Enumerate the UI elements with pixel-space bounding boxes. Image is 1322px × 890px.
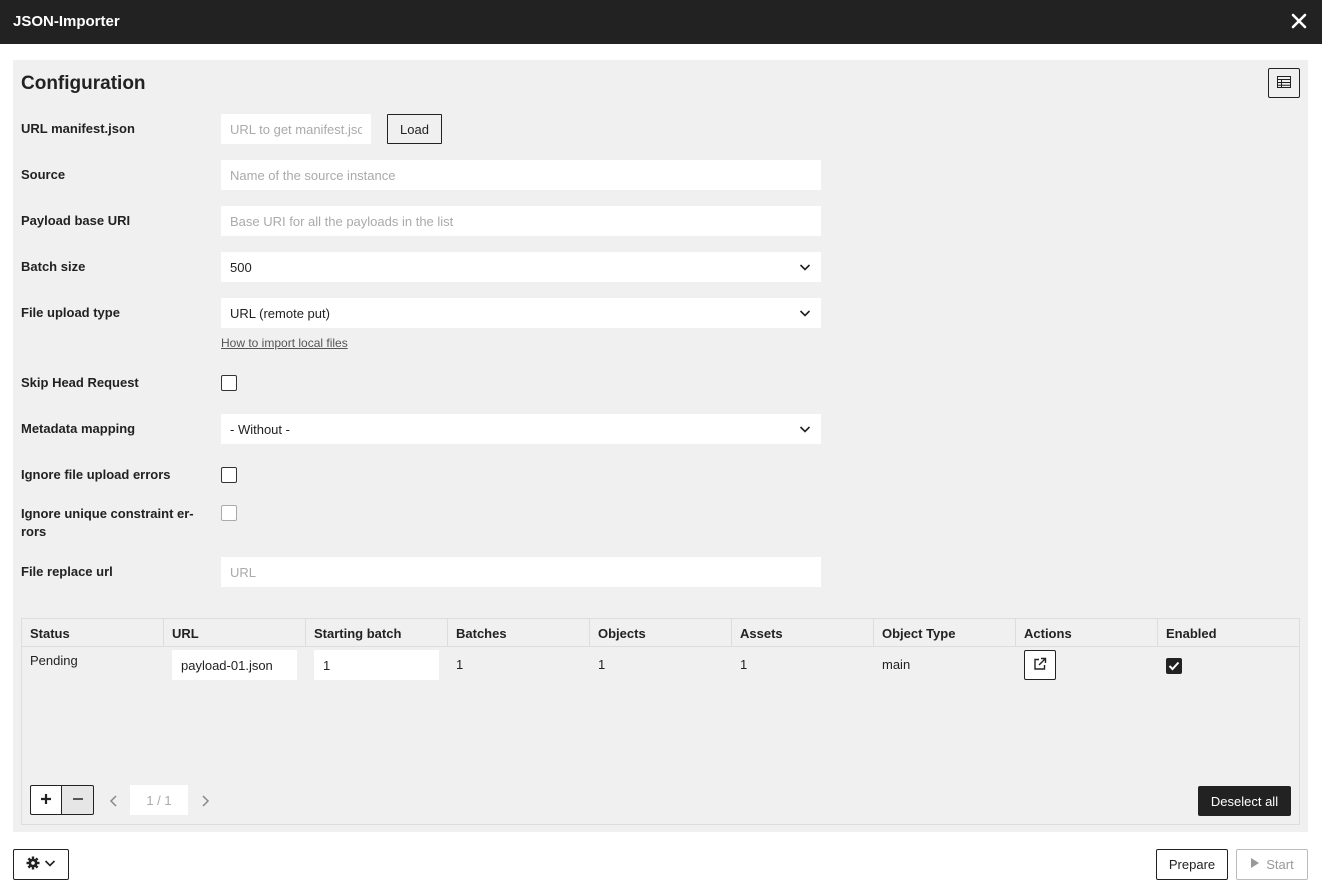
status-cell: Pending [30,653,78,668]
enabled-checkbox[interactable] [1166,658,1182,674]
payload-table: Status URL Starting batch Batches Object… [21,618,1300,825]
source-label: Source [21,167,66,182]
metadata-mapping-label: Metadata mapping [21,421,136,436]
file-upload-label: File upload type [21,305,120,320]
payload-base-input[interactable]: Base URI for all the payloads in the lis… [221,206,821,236]
file-replace-placeholder: URL [230,564,257,580]
open-payload-button[interactable] [1024,650,1056,680]
import-local-files-link[interactable]: How to import local files [221,336,348,350]
ignore-upload-errors-checkbox[interactable] [221,467,237,483]
external-link-icon [1033,657,1047,674]
ignore-unique-label: Ignore unique constraint er- rors [21,505,194,541]
file-upload-select[interactable]: URL (remote put) [221,298,821,328]
settings-menu-button[interactable] [13,849,69,880]
ignore-unique-label-line1: Ignore unique constraint er- [21,506,194,521]
manifest-label: URL manifest.json [21,121,135,136]
remove-row-button[interactable] [62,785,94,815]
deselect-all-button[interactable]: Deselect all [1198,786,1291,816]
gear-icon [26,856,40,873]
metadata-mapping-value: - Without - [230,421,290,437]
page-indicator[interactable]: 1 / 1 [130,785,188,815]
batch-size-select[interactable]: 500 [221,252,821,282]
prepare-button[interactable]: Prepare [1156,849,1228,880]
minus-icon [72,793,84,808]
column-header: Objects [590,619,732,647]
batches-cell: 1 [456,657,464,672]
panel-title: Configuration [21,73,146,94]
ignore-unique-label-line2: rors [21,524,47,539]
file-upload-value: URL (remote put) [230,305,330,321]
start-button-label: Start [1266,857,1294,872]
batch-size-label: Batch size [21,259,86,274]
file-replace-input[interactable]: URL [221,557,821,587]
column-header: Actions [1016,619,1158,647]
chevron-down-icon [44,857,56,872]
source-placeholder: Name of the source instance [230,167,396,183]
payload-base-placeholder: Base URI for all the payloads in the lis… [230,213,454,229]
close-icon[interactable] [1290,11,1308,31]
ignore-upload-errors-label: Ignore file upload errors [21,467,171,482]
manifest-url-input[interactable]: URL to get manifest.jsc [221,114,371,144]
chevron-right-icon[interactable] [199,794,211,808]
title-bar: JSON-Importer [0,0,1322,44]
column-header: Object Type [874,619,1016,647]
skip-head-checkbox[interactable] [221,375,237,391]
start-button[interactable]: Start [1236,849,1308,880]
chevron-left-icon[interactable] [108,794,120,808]
source-input[interactable]: Name of the source instance [221,160,821,190]
url-input[interactable]: payload-01.json [172,650,297,680]
check-icon [1168,659,1180,674]
starting-batch-input[interactable]: 1 [314,650,439,680]
column-header: Enabled [1166,626,1217,641]
window-title: JSON-Importer [13,13,120,30]
file-replace-label: File replace url [21,564,113,579]
load-button[interactable]: Load [387,114,442,144]
configuration-panel: Configuration URL manifest.json URL to g… [13,60,1308,832]
chevron-down-icon [799,307,811,322]
assets-cell: 1 [740,657,748,672]
play-icon [1250,857,1260,872]
column-header: URL [164,619,306,647]
column-header: Starting batch [306,619,448,647]
table-header: Status URL Starting batch Batches Object… [22,619,1299,647]
add-row-button[interactable] [30,785,62,815]
object-type-cell: main [882,657,911,672]
ignore-unique-checkbox[interactable] [221,505,237,521]
column-header: Batches [448,619,590,647]
manifest-url-placeholder: URL to get manifest.jsc [230,121,362,137]
plus-icon [40,793,52,808]
metadata-mapping-select[interactable]: - Without - [221,414,821,444]
payload-base-label: Payload base URI [21,213,131,228]
table-view-button[interactable] [1268,68,1300,98]
chevron-down-icon [799,261,811,276]
skip-head-label: Skip Head Request [21,375,139,390]
table-icon [1277,75,1291,91]
batch-size-value: 500 [230,259,252,275]
column-header: Status [22,619,164,647]
column-header: Assets [732,619,874,647]
chevron-down-icon [799,423,811,438]
objects-cell: 1 [598,657,606,672]
